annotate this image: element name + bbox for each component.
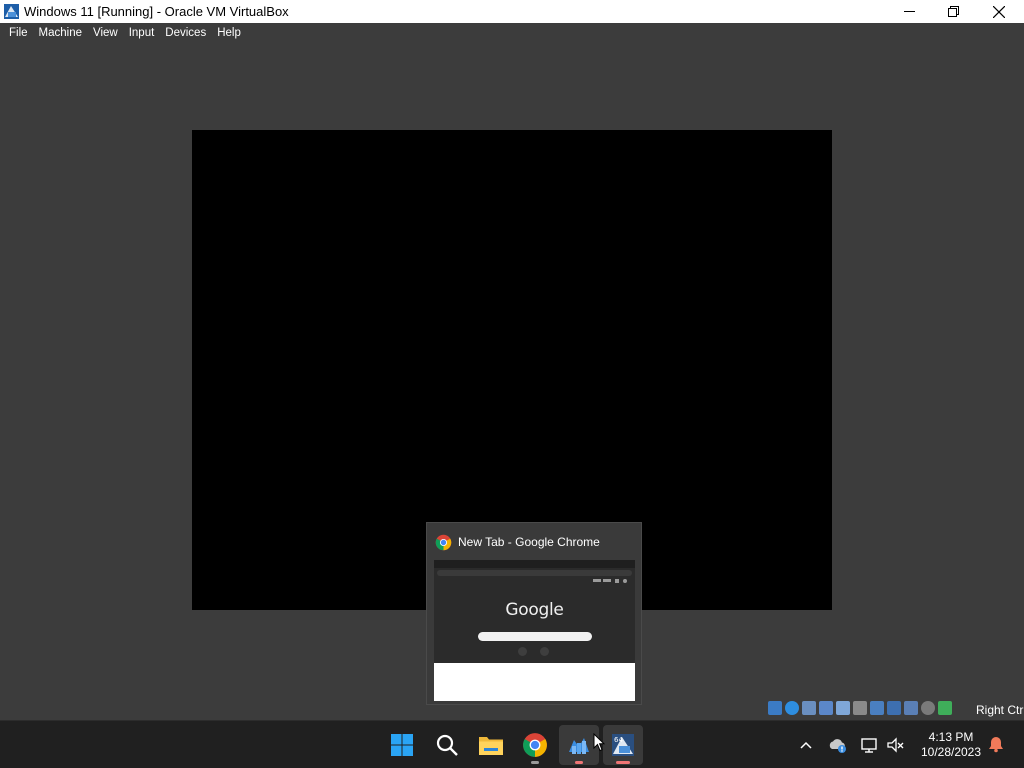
- keyboard-icon[interactable]: [938, 701, 952, 715]
- windows-start-icon: [391, 734, 413, 756]
- thumb-blank-area: [434, 663, 635, 701]
- mouse-integration-icon[interactable]: [921, 701, 935, 715]
- file-explorer-icon: [479, 737, 503, 755]
- minimize-button[interactable]: [886, 0, 932, 23]
- virtualbox-vm-button[interactable]: 64: [603, 725, 643, 765]
- google-logo: Google: [505, 600, 564, 620]
- svg-text:64: 64: [614, 736, 623, 744]
- network-icon[interactable]: [860, 735, 880, 755]
- maximize-button[interactable]: [930, 0, 976, 23]
- menu-devices[interactable]: Devices: [160, 24, 211, 42]
- thumb-shortcut: [540, 647, 549, 656]
- thumb-shortcut: [518, 647, 527, 656]
- menu-view[interactable]: View: [88, 24, 123, 42]
- video-capture-icon[interactable]: [887, 701, 901, 715]
- search-icon: [436, 734, 458, 756]
- onedrive-icon[interactable]: [828, 735, 848, 755]
- close-button[interactable]: [976, 0, 1022, 23]
- usb-icon[interactable]: [836, 701, 850, 715]
- thumb-tab-bar: [434, 560, 635, 568]
- preview-title: New Tab - Google Chrome: [458, 535, 600, 549]
- thumb-address-bar: [437, 570, 632, 576]
- host-key-label[interactable]: Right Ctrl: [976, 703, 1024, 717]
- preview-thumbnail[interactable]: Google: [434, 560, 635, 701]
- file-explorer-button[interactable]: [471, 725, 511, 765]
- volume-muted-icon[interactable]: [886, 735, 906, 755]
- display-icon[interactable]: [870, 701, 884, 715]
- shared-folders-icon[interactable]: [853, 701, 867, 715]
- chrome-icon: [435, 534, 452, 551]
- active-window-indicator: [616, 761, 630, 764]
- optical-drive-icon[interactable]: [785, 701, 799, 715]
- close-icon: [993, 5, 1005, 18]
- chevron-up-icon[interactable]: [796, 735, 816, 755]
- virtualbox-vm-icon: 64: [612, 734, 634, 756]
- chrome-taskbar-button[interactable]: [515, 725, 555, 765]
- cpu-icon[interactable]: [904, 701, 918, 715]
- minimize-icon: [903, 11, 915, 12]
- thumb-header-links: [593, 579, 627, 583]
- menu-help[interactable]: Help: [212, 24, 246, 42]
- menu-bar: File Machine View Input Devices Help: [0, 23, 1024, 42]
- chrome-icon: [523, 733, 547, 757]
- restore-icon: [947, 6, 959, 17]
- virtualbox-manager-icon: [569, 738, 589, 754]
- thumb-search-box: [478, 632, 592, 641]
- audio-icon[interactable]: [802, 701, 816, 715]
- title-bar[interactable]: Windows 11 [Running] - Oracle VM Virtual…: [0, 0, 1024, 23]
- clock[interactable]: 4:13 PM 10/28/2023: [914, 730, 988, 760]
- notification-bell-icon[interactable]: [987, 735, 1005, 753]
- status-icons: [768, 701, 952, 715]
- running-indicator: [575, 761, 583, 764]
- mouse-cursor-icon: [593, 733, 605, 752]
- search-button[interactable]: [427, 725, 467, 765]
- hard-disk-icon[interactable]: [768, 701, 782, 715]
- menu-machine[interactable]: Machine: [34, 24, 87, 42]
- network-icon[interactable]: [819, 701, 833, 715]
- menu-file[interactable]: File: [4, 24, 33, 42]
- window-title: Windows 11 [Running] - Oracle VM Virtual…: [24, 4, 289, 19]
- virtualbox-app-icon: [4, 4, 19, 19]
- clock-time: 4:13 PM: [928, 730, 974, 744]
- menu-input[interactable]: Input: [124, 24, 160, 42]
- running-indicator: [531, 761, 539, 764]
- vm-status-bar: Right Ctrl: [0, 698, 1024, 720]
- taskbar: 64 4:13 PM 10/28/2023: [0, 720, 1024, 768]
- clock-date: 10/28/2023: [920, 745, 982, 759]
- chrome-window-preview[interactable]: New Tab - Google Chrome Google: [426, 522, 642, 705]
- start-button[interactable]: [382, 725, 422, 765]
